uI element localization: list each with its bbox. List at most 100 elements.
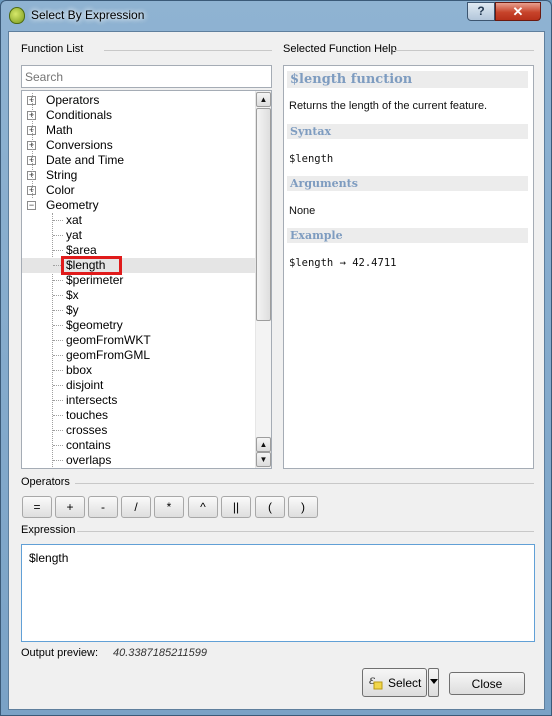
divider xyxy=(75,483,534,484)
chevron-down-icon xyxy=(430,679,438,684)
function-help-panel: $length function Returns the length of t… xyxy=(283,65,534,469)
tree-item-label: yat xyxy=(66,228,83,242)
tree-connector-line xyxy=(53,460,63,461)
expression-select-icon: ε xyxy=(369,673,383,690)
tree-item-label: disjoint xyxy=(66,378,104,392)
tree-item-label: touches xyxy=(66,408,109,422)
tree-connector-line xyxy=(53,325,63,326)
tree-connector-line xyxy=(53,415,63,416)
dialog-body: Function List + Operators + Conditionals… xyxy=(8,31,545,710)
tree-group-label: Operators xyxy=(46,93,100,107)
tree-group-date-and-time[interactable]: + Date and Time xyxy=(22,153,256,168)
help-example-heading: Example xyxy=(287,228,528,243)
tree-item-label: $y xyxy=(66,303,79,317)
divider xyxy=(77,531,534,532)
help-syntax: $length xyxy=(289,153,334,165)
tree-item-label: xat xyxy=(66,213,83,227)
tree-connector-line xyxy=(32,93,33,198)
tree-connector-line xyxy=(53,235,63,236)
tree-item-contains[interactable]: contains xyxy=(22,438,256,453)
select-dropdown-button[interactable] xyxy=(428,668,439,697)
tree-connector-line xyxy=(53,220,63,221)
tree-group-label: Math xyxy=(46,123,73,137)
tree-item-label: geomFromGML xyxy=(66,348,151,362)
scroll-thumb[interactable] xyxy=(256,108,271,321)
function-list-label: Function List xyxy=(21,43,84,55)
tree-group-conversions[interactable]: + Conversions xyxy=(22,138,256,153)
tree-item-y[interactable]: $y xyxy=(22,303,256,318)
expression-label: Expression xyxy=(21,524,76,536)
scroll-up-arrow-icon[interactable]: ▲ xyxy=(256,92,271,107)
operator-close-paren-button[interactable]: ) xyxy=(288,496,318,518)
tree-group-geometry[interactable]: − Geometry xyxy=(22,198,256,213)
operator-plus-button[interactable]: + xyxy=(55,496,85,518)
tree-group-conditionals[interactable]: + Conditionals xyxy=(22,108,256,123)
tree-item-label: intersects xyxy=(66,393,118,407)
tree-item-yat[interactable]: yat xyxy=(22,228,256,243)
tree-group-label: String xyxy=(46,168,78,182)
function-tree[interactable]: + Operators + Conditionals + Math + Conv… xyxy=(21,90,272,469)
tree-connector-line xyxy=(53,355,63,356)
output-preview-value: 40.3387185211599 xyxy=(113,647,208,659)
qgis-app-icon xyxy=(9,7,25,24)
tree-scrollbar[interactable]: ▲ ▲ ▼ xyxy=(255,91,271,468)
select-button[interactable]: ε Select xyxy=(362,668,427,697)
expression-editor[interactable]: $length xyxy=(21,544,535,642)
tree-group-string[interactable]: + String xyxy=(22,168,256,183)
tree-item-crosses[interactable]: crosses xyxy=(22,423,256,438)
title-bar[interactable]: Select By Expression ? ✕ xyxy=(1,1,551,31)
scroll-up-arrow-icon[interactable]: ▲ xyxy=(256,437,271,452)
tree-group-label: Geometry xyxy=(46,198,99,212)
tree-connector-line xyxy=(53,250,63,251)
tree-item-length-selected[interactable]: $length xyxy=(22,258,256,273)
operator-divide-button[interactable]: / xyxy=(121,496,151,518)
tree-item-overlaps[interactable]: overlaps xyxy=(22,453,256,468)
select-button-label: Select xyxy=(388,676,422,690)
tree-item-intersects[interactable]: intersects xyxy=(22,393,256,408)
window-close-button[interactable]: ✕ xyxy=(495,2,541,21)
operator-power-button[interactable]: ^ xyxy=(188,496,218,518)
tree-connector-line xyxy=(53,340,63,341)
tree-item-disjoint[interactable]: disjoint xyxy=(22,378,256,393)
tree-item-bbox[interactable]: bbox xyxy=(22,363,256,378)
tree-item-label: bbox xyxy=(66,363,93,377)
tree-item-area[interactable]: $area xyxy=(22,243,256,258)
tree-item-touches[interactable]: touches xyxy=(22,408,256,423)
help-button[interactable]: ? xyxy=(467,2,495,21)
tree-group-label: Conversions xyxy=(46,138,113,152)
help-example: $length → 42.4711 xyxy=(289,257,397,269)
window-title: Select By Expression xyxy=(31,8,145,22)
tree-group-color[interactable]: + Color xyxy=(22,183,256,198)
tree-item-geomfromwkt[interactable]: geomFromWKT xyxy=(22,333,256,348)
tree-item-geometry[interactable]: $geometry xyxy=(22,318,256,333)
tree-item-label: geomFromWKT xyxy=(66,333,151,347)
scroll-down-arrow-icon[interactable]: ▼ xyxy=(256,452,271,467)
tree-connector-line xyxy=(53,430,63,431)
tree-item-geomfromgml[interactable]: geomFromGML xyxy=(22,348,256,363)
tree-group-operators[interactable]: + Operators xyxy=(22,93,256,108)
function-search-input[interactable] xyxy=(21,65,272,88)
tree-item-perimeter[interactable]: $perimeter xyxy=(22,273,256,288)
selection-highlight-box xyxy=(61,256,122,275)
tree-item-label: $perimeter xyxy=(66,273,124,287)
help-arguments: None xyxy=(289,205,316,217)
tree-connector-line xyxy=(53,385,63,386)
tree-group-label: Color xyxy=(46,183,75,197)
tree-group-label: Conditionals xyxy=(46,108,113,122)
operator-minus-button[interactable]: - xyxy=(88,496,118,518)
tree-group-math[interactable]: + Math xyxy=(22,123,256,138)
tree-group-label: Date and Time xyxy=(46,153,125,167)
tree-item-xat[interactable]: xat xyxy=(22,213,256,228)
dialog-window: Select By Expression ? ✕ Function List +… xyxy=(0,0,552,716)
operator-equals-button[interactable]: = xyxy=(22,496,52,518)
tree-item-label: contains xyxy=(66,438,111,452)
operator-open-paren-button[interactable]: ( xyxy=(255,496,285,518)
operator-concat-button[interactable]: || xyxy=(221,496,251,518)
operator-multiply-button[interactable]: * xyxy=(154,496,184,518)
close-button[interactable]: Close xyxy=(449,672,525,695)
collapse-icon[interactable]: − xyxy=(27,201,36,210)
close-button-label: Close xyxy=(471,677,503,691)
tree-item-x[interactable]: $x xyxy=(22,288,256,303)
tree-item-label: crosses xyxy=(66,423,108,437)
tree-connector-line xyxy=(53,400,63,401)
